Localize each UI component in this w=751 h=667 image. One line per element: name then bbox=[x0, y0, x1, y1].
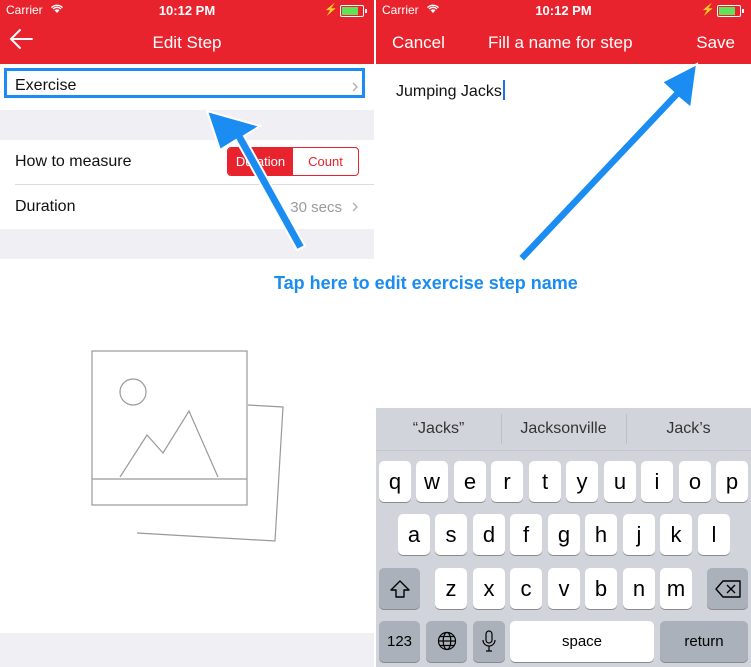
charging-icon: ⚡ bbox=[701, 4, 715, 16]
status-bar: Carrier 10:12 PM ⚡ bbox=[376, 0, 751, 20]
backspace-icon bbox=[714, 580, 741, 598]
key-j[interactable]: j bbox=[623, 514, 655, 555]
globe-key[interactable] bbox=[426, 621, 467, 662]
key-p[interactable]: p bbox=[716, 461, 748, 502]
key-r[interactable]: r bbox=[491, 461, 523, 502]
key-h[interactable]: h bbox=[585, 514, 617, 555]
key-t[interactable]: t bbox=[529, 461, 561, 502]
step-name-input[interactable]: Jumping Jacks bbox=[396, 80, 505, 101]
key-l[interactable]: l bbox=[698, 514, 730, 555]
step-name-value: Jumping Jacks bbox=[396, 83, 502, 100]
how-to-measure-label: How to measure bbox=[15, 153, 132, 170]
clock: 10:12 PM bbox=[535, 3, 592, 18]
suggestion-bar: “Jacks” Jacksonville Jack’s bbox=[376, 408, 751, 451]
key-f[interactable]: f bbox=[510, 514, 542, 555]
key-m[interactable]: m bbox=[660, 568, 692, 609]
name-step-screen: Carrier 10:12 PM ⚡ Cancel Fill a name fo… bbox=[376, 0, 751, 667]
battery-icon bbox=[340, 5, 367, 17]
clock: 10:12 PM bbox=[158, 3, 216, 18]
bottom-spacer bbox=[0, 633, 374, 667]
annotation-caption: Tap here to edit exercise step name bbox=[274, 273, 578, 293]
key-s[interactable]: s bbox=[435, 514, 467, 555]
section-spacer bbox=[0, 229, 374, 259]
key-g[interactable]: g bbox=[548, 514, 580, 555]
charging-icon: ⚡ bbox=[324, 4, 338, 16]
key-x[interactable]: x bbox=[473, 568, 505, 609]
keyboard: “Jacks” Jacksonville Jack’s q w e r t y … bbox=[376, 408, 751, 667]
duration-value: 30 secs bbox=[290, 199, 342, 216]
key-y[interactable]: y bbox=[566, 461, 598, 502]
key-o[interactable]: o bbox=[679, 461, 711, 502]
key-u[interactable]: u bbox=[604, 461, 636, 502]
key-z[interactable]: z bbox=[435, 568, 467, 609]
exercise-highlight-box bbox=[4, 68, 365, 98]
key-k[interactable]: k bbox=[660, 514, 692, 555]
status-bar: Carrier 10:12 PM ⚡ bbox=[0, 0, 374, 20]
cancel-button[interactable]: Cancel bbox=[392, 33, 445, 53]
battery-icon bbox=[717, 5, 744, 17]
edit-step-screen: Carrier 10:12 PM ⚡ Edit Step Exercise Ho… bbox=[0, 0, 374, 667]
image-placeholder-icon[interactable] bbox=[85, 345, 295, 550]
section-spacer bbox=[0, 110, 374, 140]
suggestion-item[interactable]: “Jacks” bbox=[376, 420, 501, 438]
key-d[interactable]: d bbox=[473, 514, 505, 555]
shift-key[interactable] bbox=[379, 568, 420, 609]
numbers-key[interactable]: 123 bbox=[379, 621, 420, 662]
key-n[interactable]: n bbox=[623, 568, 655, 609]
text-cursor bbox=[502, 80, 505, 100]
save-button[interactable]: Save bbox=[696, 33, 735, 53]
return-key[interactable]: return bbox=[660, 621, 748, 662]
space-key[interactable]: space bbox=[510, 621, 654, 662]
page-title: Edit Step bbox=[152, 33, 222, 52]
microphone-icon bbox=[482, 630, 496, 652]
key-e[interactable]: e bbox=[454, 461, 486, 502]
key-q[interactable]: q bbox=[379, 461, 411, 502]
suggestion-item[interactable]: Jacksonville bbox=[501, 420, 626, 438]
key-v[interactable]: v bbox=[548, 568, 580, 609]
page-title: Fill a name for step bbox=[488, 33, 633, 52]
key-i[interactable]: i bbox=[641, 461, 673, 502]
measure-segmented-control[interactable]: Duration Count bbox=[227, 147, 359, 176]
duration-label: Duration bbox=[15, 198, 76, 215]
shift-icon bbox=[389, 580, 410, 598]
key-b[interactable]: b bbox=[585, 568, 617, 609]
suggestion-item[interactable]: Jack’s bbox=[626, 420, 751, 438]
globe-icon bbox=[437, 631, 456, 651]
key-w[interactable]: w bbox=[416, 461, 448, 502]
segment-count[interactable]: Count bbox=[293, 148, 358, 175]
chevron-right-icon bbox=[352, 202, 358, 212]
key-c[interactable]: c bbox=[510, 568, 542, 609]
segment-duration[interactable]: Duration bbox=[228, 148, 293, 175]
delete-key[interactable] bbox=[707, 568, 748, 609]
dictation-key[interactable] bbox=[473, 621, 505, 662]
key-a[interactable]: a bbox=[398, 514, 430, 555]
duration-row[interactable]: Duration 30 secs bbox=[0, 185, 374, 229]
